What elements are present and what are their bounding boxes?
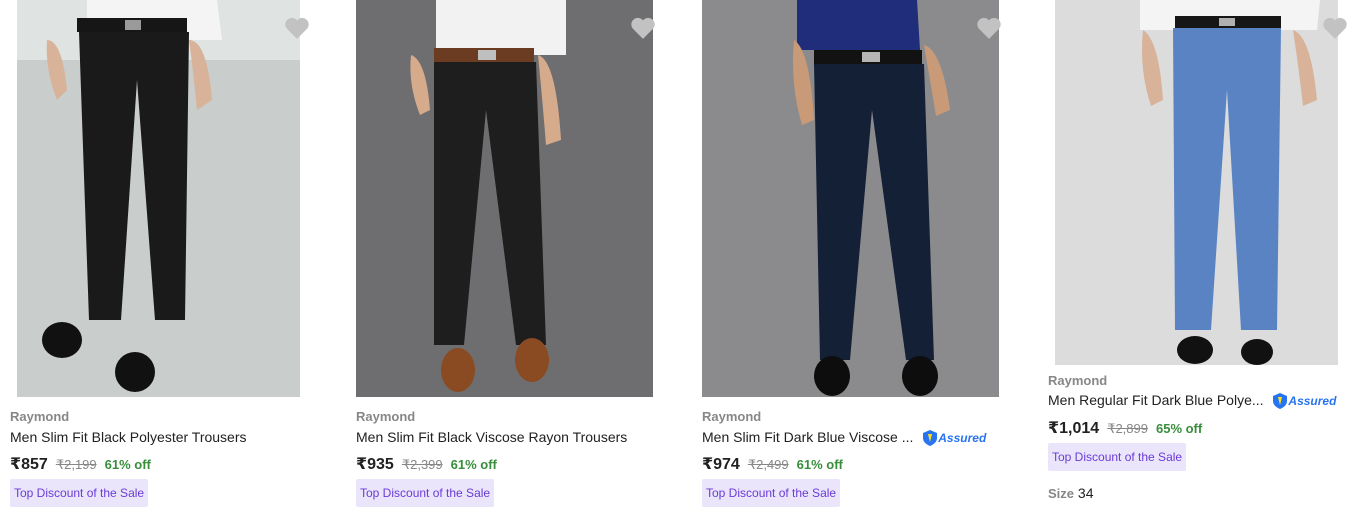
wishlist-heart-icon[interactable] xyxy=(1322,16,1348,40)
offer-badge: Top Discount of the Sale xyxy=(10,479,149,507)
product-title[interactable]: Men Slim Fit Dark Blue Viscose ... Assur… xyxy=(702,429,987,447)
wishlist-heart-icon[interactable] xyxy=(976,16,1002,40)
product-photo-black-trousers xyxy=(17,0,300,397)
wishlist-heart-icon[interactable] xyxy=(284,16,310,40)
assured-shield-icon xyxy=(1273,393,1288,410)
size-value: 34 xyxy=(1077,485,1094,501)
discount-percent: 65% off xyxy=(1155,421,1203,436)
product-photo-blue-trousers xyxy=(1055,0,1338,365)
original-price: ₹2,399 xyxy=(401,457,443,472)
product-grid: Raymond Men Slim Fit Black Polyester Tro… xyxy=(0,0,1365,515)
product-brand: Raymond xyxy=(1048,373,1108,388)
offer-badge: Top Discount of the Sale xyxy=(1048,443,1187,471)
product-card[interactable]: Raymond Men Slim Fit Dark Blue Viscose .… xyxy=(702,0,1032,515)
original-price: ₹2,199 xyxy=(55,457,97,472)
discount-percent: 61% off xyxy=(104,457,151,472)
price-row: ₹1,014 ₹2,899 65% off xyxy=(1048,418,1202,438)
assured-badge: Assured xyxy=(1273,393,1337,410)
product-title-text: Men Regular Fit Dark Blue Polye... xyxy=(1048,392,1264,408)
product-brand: Raymond xyxy=(702,409,762,424)
product-brand: Raymond xyxy=(10,409,70,424)
selling-price: ₹935 xyxy=(356,456,394,473)
selling-price: ₹857 xyxy=(10,456,48,473)
product-photo-dark-blue-trousers xyxy=(702,0,999,397)
size-label: Size xyxy=(1048,486,1075,501)
product-title-text: Men Slim Fit Dark Blue Viscose ... xyxy=(702,429,914,445)
discount-percent: 61% off xyxy=(796,457,843,472)
selling-price: ₹1,014 xyxy=(1048,420,1100,437)
original-price: ₹2,499 xyxy=(747,457,789,472)
product-title[interactable]: Men Slim Fit Black Polyester Trousers xyxy=(10,429,247,445)
product-image[interactable] xyxy=(702,0,999,397)
assured-badge: Assured xyxy=(923,430,987,447)
assured-shield-icon xyxy=(923,430,938,447)
product-title[interactable]: Men Regular Fit Dark Blue Polye... Assur… xyxy=(1048,392,1337,410)
product-card[interactable]: Raymond Men Slim Fit Black Viscose Rayon… xyxy=(356,0,686,515)
discount-percent: 61% off xyxy=(450,457,497,472)
price-row: ₹935 ₹2,399 61% off xyxy=(356,454,497,474)
price-row: ₹857 ₹2,199 61% off xyxy=(10,454,151,474)
product-image[interactable] xyxy=(17,0,300,397)
product-photo-black-viscose-trousers xyxy=(356,0,653,397)
size-info: Size 34 xyxy=(1048,485,1093,501)
offer-badge: Top Discount of the Sale xyxy=(702,479,841,507)
price-row: ₹974 ₹2,499 61% off xyxy=(702,454,843,474)
product-image[interactable] xyxy=(1055,0,1338,365)
product-card[interactable]: Raymond Men Slim Fit Black Polyester Tro… xyxy=(10,0,340,515)
selling-price: ₹974 xyxy=(702,456,740,473)
wishlist-heart-icon[interactable] xyxy=(630,16,656,40)
original-price: ₹2,899 xyxy=(1107,421,1148,436)
product-image[interactable] xyxy=(356,0,653,397)
offer-badge: Top Discount of the Sale xyxy=(356,479,495,507)
assured-label: Assured xyxy=(1288,394,1337,409)
product-card[interactable]: Raymond Men Regular Fit Dark Blue Polye.… xyxy=(1048,0,1365,515)
product-brand: Raymond xyxy=(356,409,416,424)
assured-label: Assured xyxy=(938,431,987,446)
product-title[interactable]: Men Slim Fit Black Viscose Rayon Trouser… xyxy=(356,429,627,445)
